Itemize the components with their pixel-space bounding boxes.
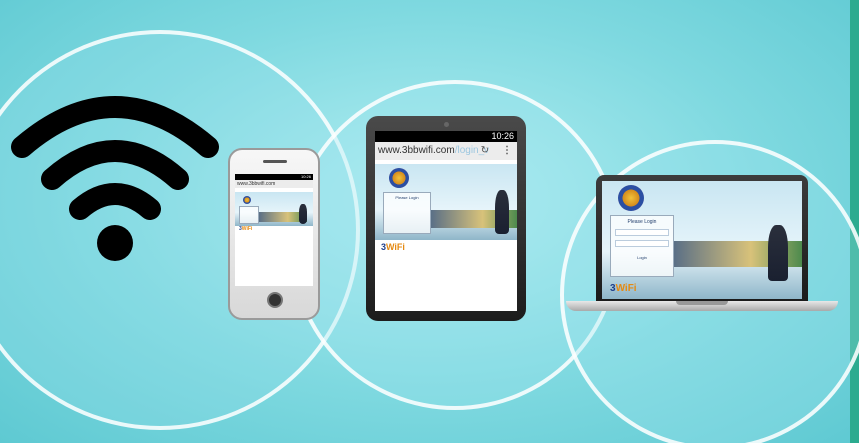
phone-logo: 3WiFi xyxy=(239,226,253,232)
tablet-logo: 3WiFi xyxy=(381,242,405,252)
tablet-url-main: www.3bbwifi.com xyxy=(378,145,455,156)
tablet-login-title: Please Login xyxy=(395,195,419,200)
smartphone: 10:26 www.3bbwifi.com 3WiFi xyxy=(228,148,320,320)
laptop-emblem-icon xyxy=(618,185,644,211)
phone-login-box[interactable] xyxy=(239,206,259,224)
laptop-person-image xyxy=(768,225,788,281)
phone-status-time: 10:26 xyxy=(300,174,311,179)
laptop-login-box[interactable]: Please Login Login xyxy=(610,215,674,277)
tablet-camera xyxy=(444,122,449,127)
home-button-icon[interactable] xyxy=(267,292,283,308)
laptop-lid: Please Login Login 3WiFi xyxy=(596,175,808,303)
phone-screen: 10:26 www.3bbwifi.com 3WiFi xyxy=(235,174,313,286)
wifi-signal-icon xyxy=(11,96,219,261)
tablet-url-bar[interactable]: www.3bbwifi.com/login_v ↻ ⋮ xyxy=(375,142,517,161)
tablet-emblem-icon xyxy=(389,168,409,188)
laptop-login-button[interactable]: Login xyxy=(611,255,673,260)
menu-dots-icon[interactable]: ⋮ xyxy=(502,142,512,160)
phone-person-image xyxy=(299,204,307,224)
laptop-trackpad-notch xyxy=(676,301,728,305)
laptop-logo: 3WiFi xyxy=(610,283,637,294)
laptop-login-title: Please Login xyxy=(627,219,657,225)
phone-speaker xyxy=(263,160,287,163)
phone-page: 3WiFi xyxy=(235,188,313,286)
tablet-status-time: 10:26 xyxy=(491,131,514,141)
tablet: 10:26 www.3bbwifi.com/login_v ↻ ⋮ Please… xyxy=(366,116,526,321)
phone-url-text: www.3bbwifi.com xyxy=(237,181,276,187)
phone-emblem-icon xyxy=(243,196,251,204)
laptop-password-field[interactable] xyxy=(615,240,669,247)
tablet-status-bar: 10:26 xyxy=(375,131,517,142)
tablet-screen: 10:26 www.3bbwifi.com/login_v ↻ ⋮ Please… xyxy=(375,131,517,311)
tablet-login-box[interactable]: Please Login xyxy=(383,192,431,234)
promo-stage: 10:26 www.3bbwifi.com 3WiFi 10:26 www.3b… xyxy=(0,0,859,443)
tablet-page: Please Login 3WiFi xyxy=(375,160,517,311)
refresh-icon[interactable]: ↻ xyxy=(481,142,489,160)
laptop-username-field[interactable] xyxy=(615,229,669,236)
tablet-person-image xyxy=(495,190,509,234)
laptop-screen: Please Login Login 3WiFi xyxy=(602,181,802,299)
